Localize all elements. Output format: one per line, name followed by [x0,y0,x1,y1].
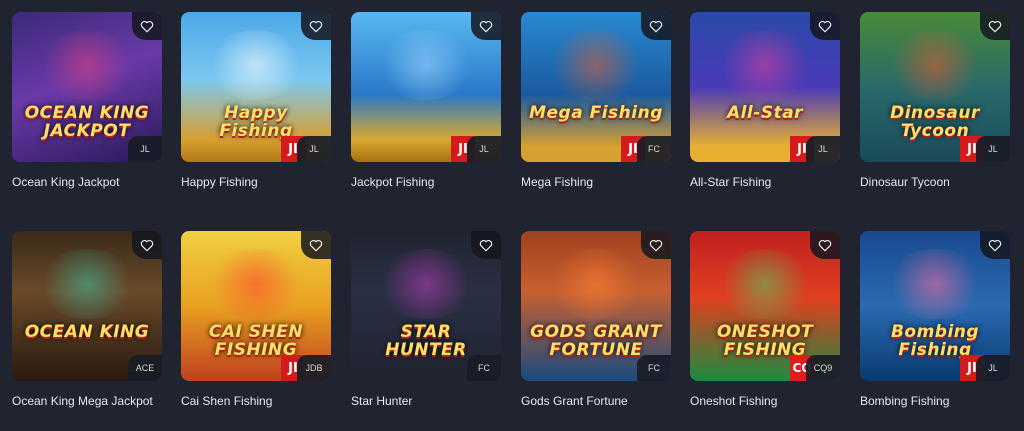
game-name[interactable]: Star Hunter [351,394,501,408]
favorite-heart-icon[interactable] [301,231,331,259]
provider-badge: FC [637,136,671,162]
artwork-title: Bombing Fishing [890,322,980,360]
game-name[interactable]: Ocean King Jackpot [12,175,162,189]
game-thumbnail[interactable]: OCEAN KING ACE [12,231,162,381]
artwork-figure [546,249,646,319]
artwork-title: STAR HUNTER [385,322,467,360]
game-thumbnail[interactable]: JI JL [351,12,501,162]
artwork-figure [885,249,985,319]
game-thumbnail[interactable]: CAI SHEN FISHING JI JDB [181,231,331,381]
game-name[interactable]: Jackpot Fishing [351,175,501,189]
game-card[interactable]: STAR HUNTER FC Star Hunter [351,231,501,408]
artwork-title: OCEAN KING JACKPOT [24,103,150,141]
game-thumbnail[interactable]: ONESHOT FISHING CQ CQ9 [690,231,840,381]
favorite-heart-icon[interactable] [810,12,840,40]
provider-badge: JL [297,136,331,162]
game-thumbnail[interactable]: Happy Fishing JI JL [181,12,331,162]
artwork-title: Dinosaur Tycoon [890,103,980,141]
game-name[interactable]: Happy Fishing [181,175,331,189]
game-thumbnail[interactable]: STAR HUNTER FC [351,231,501,381]
provider-badge: ACE [128,355,162,381]
game-card[interactable]: JI JL Jackpot Fishing [351,12,501,189]
game-name[interactable]: All-Star Fishing [690,175,840,189]
artwork-title: CAI SHEN FISHING [208,322,304,360]
provider-badge: JDB [297,355,331,381]
artwork-figure [715,30,815,100]
provider-badge: CQ9 [806,355,840,381]
artwork-title: ONESHOT FISHING [716,322,814,360]
favorite-heart-icon[interactable] [980,231,1010,259]
game-thumbnail[interactable]: Bombing Fishing JI JL [860,231,1010,381]
artwork-figure [37,30,137,100]
game-card[interactable]: Bombing Fishing JI JL Bombing Fishing [860,231,1010,408]
game-name[interactable]: Bombing Fishing [860,394,1010,408]
favorite-heart-icon[interactable] [810,231,840,259]
game-thumbnail[interactable]: OCEAN KING JACKPOT JL [12,12,162,162]
favorite-heart-icon[interactable] [471,231,501,259]
game-card[interactable]: OCEAN KING ACE Ocean King Mega Jackpot [12,231,162,408]
game-card[interactable]: All-Star JI JL All-Star Fishing [690,12,840,189]
game-grid: OCEAN KING JACKPOT JL Ocean King Jackpot… [0,0,1024,431]
favorite-heart-icon[interactable] [641,12,671,40]
game-name[interactable]: Dinosaur Tycoon [860,175,1010,189]
game-card[interactable]: Happy Fishing JI JL Happy Fishing [181,12,331,189]
game-card[interactable]: ONESHOT FISHING CQ CQ9 Oneshot Fishing [690,231,840,408]
favorite-heart-icon[interactable] [641,231,671,259]
game-card[interactable]: Dinosaur Tycoon JI JL Dinosaur Tycoon [860,12,1010,189]
artwork-figure [715,249,815,319]
game-card[interactable]: Mega Fishing JI FC Mega Fishing [521,12,671,189]
artwork-figure [37,249,137,319]
game-name[interactable]: Cai Shen Fishing [181,394,331,408]
game-card[interactable]: GODS GRANT FORTUNE FC Gods Grant Fortune [521,231,671,408]
artwork-figure [376,30,476,100]
game-name[interactable]: Oneshot Fishing [690,394,840,408]
provider-badge: JL [128,136,162,162]
artwork-title: OCEAN KING [24,322,150,342]
game-thumbnail[interactable]: Dinosaur Tycoon JI JL [860,12,1010,162]
provider-badge: JL [806,136,840,162]
provider-badge: FC [467,355,501,381]
artwork-figure [206,30,306,100]
artwork-figure [546,30,646,100]
artwork-title: GODS GRANT FORTUNE [530,322,662,360]
artwork-title: Happy Fishing [219,103,293,141]
game-thumbnail[interactable]: GODS GRANT FORTUNE FC [521,231,671,381]
favorite-heart-icon[interactable] [980,12,1010,40]
artwork-figure [376,249,476,319]
artwork-figure [885,30,985,100]
provider-badge: JL [976,136,1010,162]
provider-badge: JL [976,355,1010,381]
favorite-heart-icon[interactable] [301,12,331,40]
game-card[interactable]: CAI SHEN FISHING JI JDB Cai Shen Fishing [181,231,331,408]
favorite-heart-icon[interactable] [471,12,501,40]
provider-badge: JL [467,136,501,162]
game-name[interactable]: Gods Grant Fortune [521,394,671,408]
game-name[interactable]: Ocean King Mega Jackpot [12,394,162,408]
game-thumbnail[interactable]: All-Star JI JL [690,12,840,162]
artwork-title: Mega Fishing [529,103,663,123]
artwork-title: All-Star [726,103,804,123]
artwork-figure [206,249,306,319]
favorite-heart-icon[interactable] [132,231,162,259]
game-thumbnail[interactable]: Mega Fishing JI FC [521,12,671,162]
game-card[interactable]: OCEAN KING JACKPOT JL Ocean King Jackpot [12,12,162,189]
game-name[interactable]: Mega Fishing [521,175,671,189]
favorite-heart-icon[interactable] [132,12,162,40]
provider-badge: FC [637,355,671,381]
